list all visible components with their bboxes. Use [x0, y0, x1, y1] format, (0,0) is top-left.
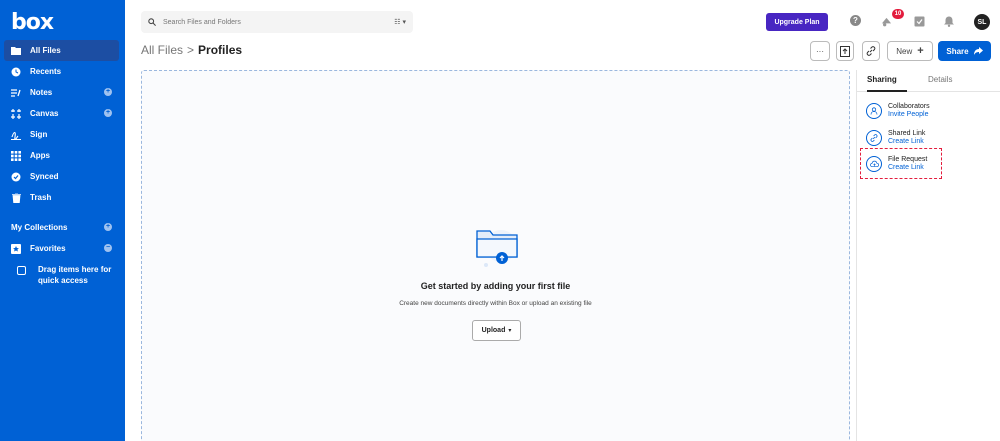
active-tab-indicator — [867, 90, 907, 92]
file-drop-zone[interactable]: Get started by adding your first file Cr… — [141, 70, 850, 441]
add-note-button[interactable]: + — [104, 88, 112, 96]
clock-icon — [11, 67, 21, 77]
sidebar-item-label: Apps — [30, 151, 50, 160]
star-box-icon — [11, 243, 21, 254]
file-request-highlight — [860, 148, 942, 179]
tasks-icon[interactable] — [913, 15, 925, 27]
sidebar-item-label: Notes — [30, 88, 53, 97]
link-icon — [866, 130, 882, 146]
empty-state-title: Get started by adding your first file — [420, 281, 571, 291]
sidebar-item-label: Canvas — [30, 109, 59, 118]
upload-box-icon — [840, 45, 850, 57]
sidebar-item-favorites[interactable]: Favorites − — [4, 238, 119, 259]
more-options-button[interactable]: ··· — [810, 41, 830, 61]
notification-badge: 10 — [892, 9, 904, 19]
sidebar-nav: All Files Recents Notes + Canvas + Sign … — [4, 40, 119, 286]
empty-state-subtitle: Create new documents directly within Box… — [399, 300, 592, 307]
new-button-label: New — [896, 46, 913, 56]
empty-folder-illustration — [476, 230, 518, 267]
avatar[interactable]: SL — [974, 14, 990, 30]
sidebar-item-recents[interactable]: Recents — [4, 61, 119, 82]
upload-file-button[interactable] — [836, 41, 854, 61]
canvas-icon — [11, 108, 21, 119]
upgrade-plan-button[interactable]: Upgrade Plan — [766, 13, 828, 31]
search-input[interactable]: Search Files and Folders — [163, 19, 241, 26]
upload-button[interactable]: Upload ▾ — [472, 320, 521, 341]
sidebar-item-apps[interactable]: Apps — [4, 145, 119, 166]
sign-icon — [11, 130, 21, 140]
sidebar-item-trash[interactable]: Trash — [4, 187, 119, 208]
trash-icon — [11, 192, 21, 203]
link-icon — [866, 46, 876, 56]
caret-down-icon: ▾ — [508, 328, 512, 334]
bell-icon[interactable] — [943, 15, 955, 27]
bell-notifications-icon[interactable] — [880, 15, 892, 27]
sidebar-item-label: My Collections — [11, 223, 68, 232]
check-circle-icon — [11, 172, 21, 182]
share-arrow-icon — [973, 47, 983, 55]
favorites-toggle[interactable]: − — [104, 244, 112, 252]
share-button-label: Share — [946, 46, 969, 56]
breadcrumb-separator: > — [187, 43, 195, 57]
folder-icon — [11, 46, 21, 56]
sidebar-item-synced[interactable]: Synced — [4, 166, 119, 187]
sidebar-item-label: Sign — [30, 130, 48, 139]
page-title: Profiles — [198, 43, 243, 57]
collections-drop-hint: Drag items here for quick access — [4, 264, 119, 286]
breadcrumb: All Files > Profiles — [141, 43, 242, 57]
shared-link-title: Shared Link — [888, 130, 926, 137]
share-button[interactable]: Share — [938, 41, 991, 61]
sidebar-item-label: Synced — [30, 172, 59, 181]
drag-hint-text: Drag items here for quick access — [38, 265, 112, 285]
person-icon — [866, 103, 882, 119]
search-filter-icon[interactable]: ☷ ▾ — [394, 18, 406, 26]
sidebar-item-label: Trash — [30, 193, 52, 202]
sidebar-item-label: Recents — [30, 67, 62, 76]
sidebar-item-all-files[interactable]: All Files — [4, 40, 119, 61]
apps-icon — [11, 150, 21, 161]
plus-icon: + — [917, 45, 924, 57]
sidebar-item-notes[interactable]: Notes + — [4, 82, 119, 103]
new-button[interactable]: New + — [887, 41, 933, 61]
search-bar[interactable]: Search Files and Folders ☷ ▾ — [141, 11, 413, 33]
notes-icon — [11, 88, 21, 98]
shared-link-item[interactable]: Shared Link Create Link — [866, 127, 956, 149]
search-icon — [148, 18, 156, 26]
box-logo[interactable]: box — [11, 10, 54, 35]
create-shared-link[interactable]: Create Link — [888, 138, 925, 146]
add-canvas-button[interactable]: + — [104, 109, 112, 117]
breadcrumb-root[interactable]: All Files — [141, 43, 183, 57]
sidebar-item-label: All Files — [30, 46, 61, 55]
sidebar-item-sign[interactable]: Sign — [4, 124, 119, 145]
add-collection-button[interactable]: + — [104, 223, 112, 231]
collaborators-title: Collaborators — [888, 103, 930, 110]
tab-details[interactable]: Details — [928, 75, 952, 84]
sidebar-item-my-collections[interactable]: My Collections + — [4, 217, 119, 238]
upload-button-label: Upload — [481, 327, 506, 334]
drop-target-icon — [17, 266, 26, 275]
invite-people-link[interactable]: Invite People — [888, 111, 930, 119]
collaborators-item[interactable]: Collaborators Invite People — [866, 100, 956, 122]
sidebar-item-label: Favorites — [30, 244, 66, 253]
copy-link-button[interactable] — [862, 41, 880, 61]
sidebar-item-canvas[interactable]: Canvas + — [4, 103, 119, 124]
help-icon[interactable]: ? — [850, 15, 861, 26]
tab-sharing[interactable]: Sharing — [867, 75, 897, 84]
left-sidebar: box All Files Recents Notes + Canvas + S… — [0, 0, 125, 441]
